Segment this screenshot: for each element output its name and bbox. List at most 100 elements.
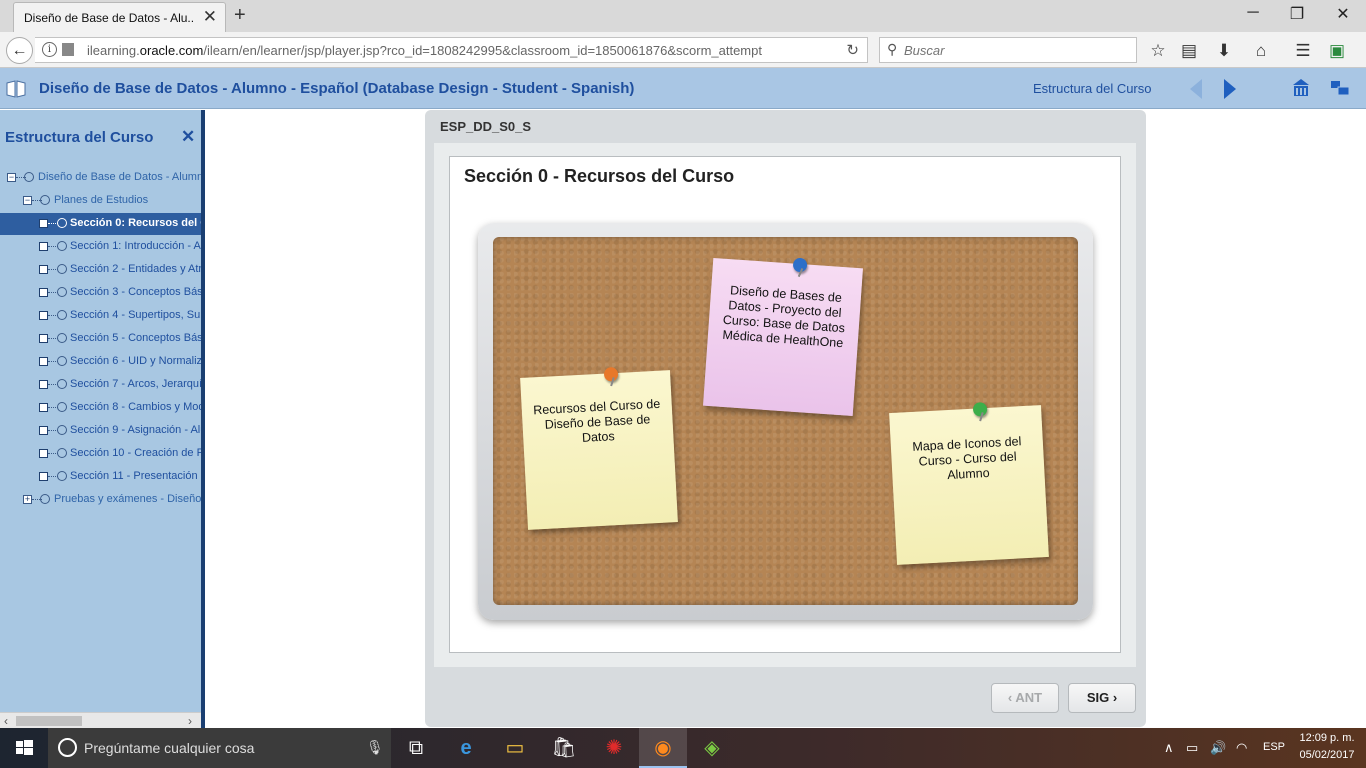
- file-explorer-icon[interactable]: ▭: [491, 728, 539, 768]
- firefox-icon[interactable]: ◉: [639, 728, 687, 768]
- tree-item-section[interactable]: Sección 10 - Creación de Proyecto: [0, 443, 201, 465]
- course-structure-link[interactable]: Estructura del Curso: [1033, 81, 1152, 96]
- tree-item-exams[interactable]: + Pruebas y exámenes - Diseño: [0, 489, 201, 511]
- content-panel: ESP_DD_S0_S Sección 0 - Recursos del Cur…: [425, 110, 1146, 727]
- downloads-icon[interactable]: ⬇: [1213, 41, 1235, 61]
- next-button[interactable]: SIG ›: [1068, 683, 1136, 713]
- tree-item-section[interactable]: Sección 7 - Arcos, Jerarquías: [0, 374, 201, 396]
- browser-tab[interactable]: Diseño de Base de Datos - Alu... ✕: [13, 2, 226, 32]
- tree-item-section[interactable]: Sección 8 - Cambios y Modelado: [0, 397, 201, 419]
- tree-item-root[interactable]: − Diseño de Base de Datos - Alumno - Esp…: [0, 167, 201, 189]
- scroll-right-icon[interactable]: ›: [188, 714, 192, 728]
- pushpin-icon: [603, 366, 619, 382]
- checkbox[interactable]: [39, 380, 48, 389]
- minimize-icon[interactable]: ─: [1238, 4, 1268, 22]
- expand-icon[interactable]: +: [23, 495, 32, 504]
- url-bar[interactable]: i ilearning.oracle.com/ilearn/en/learner…: [35, 37, 868, 63]
- collapse-icon[interactable]: −: [23, 196, 32, 205]
- previous-button[interactable]: ‹ ANT: [991, 683, 1059, 713]
- node-icon: [57, 448, 67, 458]
- sidebar-horizontal-scrollbar[interactable]: ‹ ›: [0, 712, 201, 728]
- windows-start-icon[interactable]: [0, 728, 48, 768]
- node-icon: [57, 356, 67, 366]
- pushpin-icon: [792, 257, 808, 273]
- store-icon[interactable]: 🛍: [540, 728, 588, 768]
- language-indicator[interactable]: ESP: [1263, 741, 1285, 753]
- node-icon: [57, 425, 67, 435]
- microphone-icon[interactable]: 🎙: [366, 739, 384, 756]
- pushpin-icon: [972, 401, 988, 417]
- extension-icon[interactable]: ▣: [1326, 41, 1348, 61]
- note-icon-map[interactable]: Mapa de Iconos del Curso - Curso del Alu…: [889, 401, 1049, 565]
- clock-time[interactable]: 12:09 p. m.: [1297, 732, 1357, 744]
- sidebar-divider[interactable]: [201, 110, 205, 728]
- new-tab-icon[interactable]: +: [234, 4, 246, 27]
- tree-item-section[interactable]: Sección 11 - Presentación: [0, 466, 201, 488]
- search-input[interactable]: [904, 41, 1124, 59]
- tree-item-section[interactable]: Sección 5 - Conceptos Básicos: [0, 328, 201, 350]
- checkbox[interactable]: [39, 334, 48, 343]
- next-arrow-icon[interactable]: [1224, 79, 1236, 99]
- volume-icon[interactable]: 🔊: [1210, 740, 1226, 756]
- previous-arrow-icon[interactable]: [1190, 79, 1202, 99]
- maximize-icon[interactable]: ❐: [1282, 4, 1312, 24]
- checkbox[interactable]: [39, 265, 48, 274]
- tree-item-section[interactable]: Sección 9 - Asignación - Alumno: [0, 420, 201, 442]
- checkbox[interactable]: [39, 403, 48, 412]
- checkbox[interactable]: [39, 449, 48, 458]
- node-icon: [57, 402, 67, 412]
- scroll-left-icon[interactable]: ‹: [4, 714, 8, 728]
- tree-item-section[interactable]: Sección 2 - Entidades y Atributos: [0, 259, 201, 281]
- slide-title: Sección 0 - Recursos del Curso: [464, 166, 735, 186]
- info-icon[interactable]: i: [42, 42, 57, 57]
- close-sidebar-icon[interactable]: ✕: [181, 127, 195, 147]
- tab-title: Diseño de Base de Datos - Alu...: [24, 11, 194, 25]
- tree-item-section[interactable]: Sección 4 - Supertipos, Subtipos: [0, 305, 201, 327]
- battery-icon[interactable]: ▭: [1186, 740, 1198, 756]
- browser-navigation-bar: ← i ilearning.oracle.com/ilearn/en/learn…: [0, 32, 1366, 68]
- tree-item-plan[interactable]: − Planes de Estudios: [0, 190, 201, 212]
- checkbox[interactable]: [39, 242, 48, 251]
- window-layout-icon[interactable]: [1330, 80, 1350, 96]
- reading-list-icon[interactable]: ▤: [1178, 41, 1200, 61]
- collapse-icon[interactable]: −: [7, 173, 16, 182]
- checkbox[interactable]: [39, 288, 48, 297]
- task-view-icon[interactable]: ⧉: [392, 728, 440, 768]
- checkbox[interactable]: [39, 426, 48, 435]
- tree-item-section[interactable]: Sección 0: Recursos del Curso: [0, 213, 201, 235]
- note-course-resources[interactable]: Recursos del Curso de Diseño de Base de …: [520, 366, 678, 530]
- cortana-icon: [58, 738, 77, 757]
- edge-icon[interactable]: e: [442, 728, 490, 768]
- node-icon: [24, 172, 34, 182]
- tree-item-section[interactable]: Sección 6 - UID y Normalización: [0, 351, 201, 373]
- url-text[interactable]: ilearning.oracle.com/ilearn/en/learner/j…: [87, 43, 817, 58]
- tree-item-section[interactable]: Sección 1: Introducción - Alumno: [0, 236, 201, 258]
- checkbox[interactable]: [39, 357, 48, 366]
- taskbar-search[interactable]: Pregúntame cualquier cosa 🎙: [48, 728, 391, 768]
- search-bar[interactable]: ⚲: [879, 37, 1137, 63]
- reload-icon[interactable]: ↻: [846, 41, 859, 59]
- close-window-icon[interactable]: ✕: [1328, 4, 1358, 24]
- node-icon: [57, 379, 67, 389]
- clock-date[interactable]: 05/02/2017: [1297, 749, 1357, 761]
- checkbox[interactable]: [39, 311, 48, 320]
- node-icon: [57, 241, 67, 251]
- app-red-icon[interactable]: ✺: [590, 728, 638, 768]
- tree-item-section[interactable]: Sección 3 - Conceptos Básicos: [0, 282, 201, 304]
- bookmark-star-icon[interactable]: ☆: [1147, 41, 1169, 61]
- page-icon: [62, 43, 74, 56]
- bluestacks-icon[interactable]: ◈: [688, 728, 736, 768]
- checkbox[interactable]: [39, 219, 48, 228]
- wifi-icon[interactable]: ◠: [1236, 740, 1247, 756]
- note-course-project[interactable]: Diseño de Bases de Datos - Proyecto del …: [703, 257, 863, 417]
- back-button[interactable]: ←: [6, 37, 33, 64]
- menu-icon[interactable]: ☰: [1292, 41, 1314, 61]
- node-icon: [57, 310, 67, 320]
- home-building-icon[interactable]: [1292, 78, 1310, 98]
- show-hidden-icons[interactable]: ∧: [1164, 740, 1174, 756]
- close-tab-icon[interactable]: ✕: [203, 7, 217, 27]
- home-icon[interactable]: ⌂: [1250, 41, 1272, 61]
- scrollbar-thumb[interactable]: [16, 716, 82, 726]
- checkbox[interactable]: [39, 472, 48, 481]
- course-structure-sidebar: Estructura del Curso ✕ − Diseño de Base …: [0, 110, 201, 728]
